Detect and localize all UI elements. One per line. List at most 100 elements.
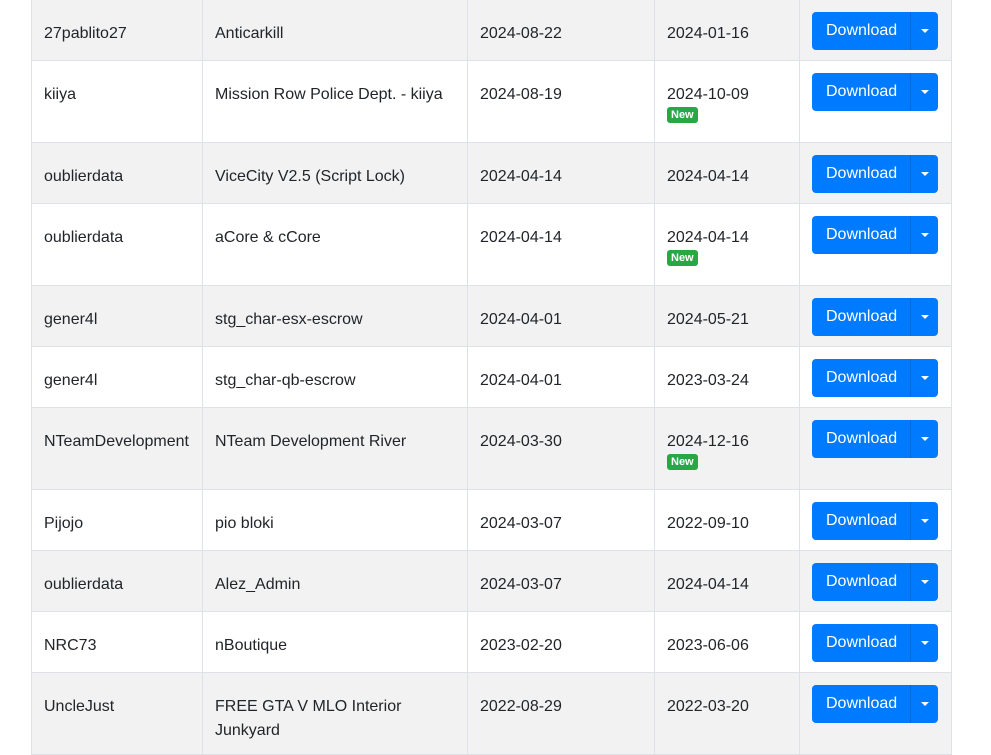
author-name[interactable]: kiiya [44, 86, 76, 103]
download-dropdown-toggle[interactable] [910, 685, 939, 723]
author-name[interactable]: NTeamDevelopment [44, 433, 189, 450]
resource-name[interactable]: Alez_Admin [215, 576, 300, 593]
author-name[interactable]: UncleJust [44, 698, 114, 715]
upload-date-cell: 2024-04-01 [467, 346, 655, 408]
download-dropdown-toggle[interactable] [910, 155, 939, 193]
download-dropdown-toggle[interactable] [910, 216, 939, 254]
author-name[interactable]: gener4l [44, 372, 97, 389]
resource-name[interactable]: stg_char-esx-escrow [215, 311, 363, 328]
author-name[interactable]: NRC73 [44, 637, 96, 654]
author-name[interactable]: Pijojo [44, 515, 83, 532]
author-name[interactable]: oublierdata [44, 229, 123, 246]
upload-date-cell: 2024-08-19 [467, 60, 655, 143]
table-row: kiiya Mission Row Police Dept. - kiiya 2… [31, 60, 952, 143]
author-name[interactable]: oublierdata [44, 576, 123, 593]
resource-name[interactable]: FREE GTA V MLO Interior Junkyard [215, 698, 401, 739]
caret-down-icon [920, 315, 929, 319]
download-dropdown-toggle[interactable] [910, 73, 939, 111]
resource-name-cell[interactable]: Mission Row Police Dept. - kiiya [202, 60, 468, 143]
download-dropdown-toggle[interactable] [910, 624, 939, 662]
download-dropdown-toggle[interactable] [910, 359, 939, 397]
author-cell[interactable]: kiiya [31, 60, 203, 143]
download-button[interactable]: Download [812, 502, 911, 540]
update-date-cell: 2024-04-14 [654, 550, 800, 612]
caret-down-icon [920, 233, 929, 237]
resource-name-cell[interactable]: aCore & cCore [202, 203, 468, 286]
author-cell[interactable]: gener4l [31, 346, 203, 408]
download-button[interactable]: Download [812, 359, 911, 397]
caret-down-icon [920, 437, 929, 441]
download-button[interactable]: Download [812, 216, 911, 254]
upload-date: 2022-08-29 [480, 698, 562, 715]
actions-cell: Download [799, 60, 952, 143]
download-button[interactable]: Download [812, 73, 911, 111]
resource-name[interactable]: stg_char-qb-escrow [215, 372, 356, 389]
update-date: 2024-10-09 [667, 86, 749, 103]
resource-name[interactable]: aCore & cCore [215, 229, 321, 246]
download-button[interactable]: Download [812, 685, 911, 723]
update-date-cell: 2023-03-24 [654, 346, 800, 408]
author-name[interactable]: 27pablito27 [44, 25, 127, 42]
resource-name-cell[interactable]: NTeam Development River [202, 407, 468, 490]
upload-date-cell: 2022-08-29 [467, 672, 655, 755]
update-date: 2024-04-14 [667, 168, 749, 185]
author-name[interactable]: gener4l [44, 311, 97, 328]
resource-name-cell[interactable]: Anticarkill [202, 0, 468, 61]
upload-date: 2023-02-20 [480, 637, 562, 654]
author-name[interactable]: oublierdata [44, 168, 123, 185]
upload-date-cell: 2024-04-14 [467, 203, 655, 286]
download-button[interactable]: Download [812, 624, 911, 662]
resource-name[interactable]: pio bloki [215, 515, 274, 532]
download-dropdown-toggle[interactable] [910, 298, 939, 336]
author-cell[interactable]: oublierdata [31, 203, 203, 286]
resource-name-cell[interactable]: stg_char-qb-escrow [202, 346, 468, 408]
actions-cell: Download [799, 142, 952, 204]
download-button[interactable]: Download [812, 563, 911, 601]
download-button[interactable]: Download [812, 12, 911, 50]
resource-name-cell[interactable]: ViceCity V2.5 (Script Lock) [202, 142, 468, 204]
resource-name[interactable]: nBoutique [215, 637, 287, 654]
update-date: 2024-12-16 [667, 433, 749, 450]
table-row: UncleJust FREE GTA V MLO Interior Junkya… [31, 672, 952, 755]
download-dropdown-toggle[interactable] [910, 563, 939, 601]
caret-down-icon [920, 702, 929, 706]
new-badge: New [667, 250, 698, 266]
download-button[interactable]: Download [812, 420, 911, 458]
download-dropdown-toggle[interactable] [910, 502, 939, 540]
upload-date: 2024-04-01 [480, 372, 562, 389]
download-dropdown-toggle[interactable] [910, 12, 939, 50]
author-cell[interactable]: oublierdata [31, 142, 203, 204]
author-cell[interactable]: gener4l [31, 285, 203, 347]
caret-down-icon [920, 519, 929, 523]
update-date: 2024-04-14 [667, 576, 749, 593]
download-dropdown-toggle[interactable] [910, 420, 939, 458]
update-date-cell: 2022-09-10 [654, 489, 800, 551]
caret-down-icon [920, 90, 929, 94]
author-cell[interactable]: 27pablito27 [31, 0, 203, 61]
upload-date-cell: 2024-03-30 [467, 407, 655, 490]
resource-name[interactable]: Mission Row Police Dept. - kiiya [215, 86, 443, 103]
resource-name-cell[interactable]: stg_char-esx-escrow [202, 285, 468, 347]
caret-down-icon [920, 580, 929, 584]
download-button[interactable]: Download [812, 155, 911, 193]
table-row: oublierdata ViceCity V2.5 (Script Lock) … [31, 142, 952, 204]
resource-name-cell[interactable]: nBoutique [202, 611, 468, 673]
author-cell[interactable]: oublierdata [31, 550, 203, 612]
table-row: gener4l stg_char-esx-escrow 2024-04-01 2… [31, 285, 952, 347]
resource-name-cell[interactable]: pio bloki [202, 489, 468, 551]
download-button-group: Download [812, 216, 939, 254]
author-cell[interactable]: NRC73 [31, 611, 203, 673]
resource-name[interactable]: Anticarkill [215, 25, 283, 42]
resource-name[interactable]: ViceCity V2.5 (Script Lock) [215, 168, 405, 185]
download-button[interactable]: Download [812, 298, 911, 336]
update-date-cell: 2024-04-14 [654, 142, 800, 204]
author-cell[interactable]: NTeamDevelopment [31, 407, 203, 490]
update-date: 2023-03-24 [667, 372, 749, 389]
table-row: Pijojo pio bloki 2024-03-07 2022-09-10 D… [31, 489, 952, 551]
resource-table: 27pablito27 Anticarkill 2024-08-22 2024-… [31, 0, 952, 755]
author-cell[interactable]: UncleJust [31, 672, 203, 755]
resource-name-cell[interactable]: Alez_Admin [202, 550, 468, 612]
author-cell[interactable]: Pijojo [31, 489, 203, 551]
resource-name-cell[interactable]: FREE GTA V MLO Interior Junkyard [202, 672, 468, 755]
resource-name[interactable]: NTeam Development River [215, 433, 406, 450]
